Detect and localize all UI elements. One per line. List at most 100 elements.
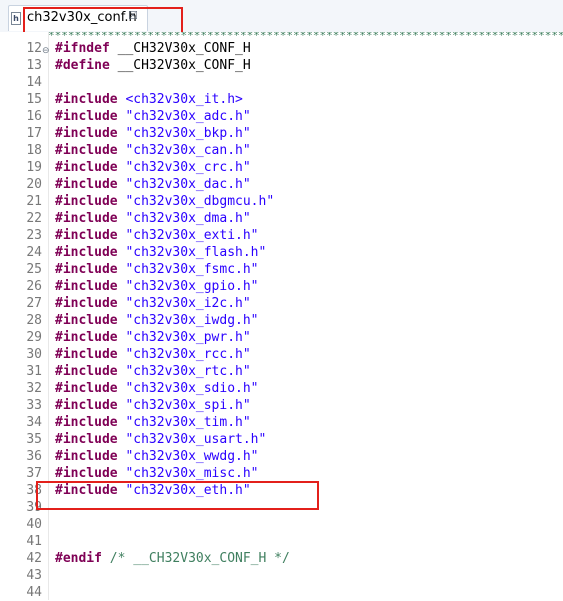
code-text: #include "ch32v30x_pwr.h": [55, 330, 251, 345]
code-line[interactable]: 40: [0, 516, 563, 533]
code-text: #include "ch32v30x_spi.h": [55, 398, 251, 413]
header-file-icon: h: [11, 12, 21, 25]
code-text: #include "ch32v30x_sdio.h": [55, 381, 259, 396]
code-line[interactable]: 32 #include "ch32v30x_sdio.h": [0, 380, 563, 397]
line-number: 34: [26, 415, 42, 430]
code-line[interactable]: 27 #include "ch32v30x_i2c.h": [0, 295, 563, 312]
code-editor[interactable]: ****************************************…: [0, 32, 563, 600]
line-number: 42: [26, 551, 42, 566]
line-number: 44: [26, 585, 42, 600]
code-text: #ifndef __CH32V30x_CONF_H: [55, 41, 251, 56]
code-text: #include "ch32v30x_usart.h": [55, 432, 267, 447]
code-line[interactable]: 44: [0, 584, 563, 601]
line-number: 28: [26, 313, 42, 328]
line-number: 12: [26, 41, 42, 56]
line-number: 19: [26, 160, 42, 175]
line-number: 13: [26, 58, 42, 73]
line-number: 31: [26, 364, 42, 379]
line-number: 41: [26, 534, 42, 549]
line-number: 39: [26, 500, 42, 515]
code-line[interactable]: 15 #include <ch32v30x_it.h>: [0, 91, 563, 108]
code-line[interactable]: 17 #include "ch32v30x_bkp.h": [0, 125, 563, 142]
code-text: #define __CH32V30x_CONF_H: [55, 58, 251, 73]
code-line[interactable]: 36 #include "ch32v30x_wwdg.h": [0, 448, 563, 465]
code-text: #include "ch32v30x_exti.h": [55, 228, 259, 243]
code-text: #include "ch32v30x_dbgmcu.h": [55, 194, 275, 209]
tab-label: ch32v30x_conf.h: [27, 10, 137, 25]
line-number: 24: [26, 245, 42, 260]
code-text: #include "ch32v30x_iwdg.h": [55, 313, 259, 328]
line-number: 20: [26, 177, 42, 192]
line-number: 33: [26, 398, 42, 413]
code-line[interactable]: 14: [0, 74, 563, 91]
code-line[interactable]: 30 #include "ch32v30x_rcc.h": [0, 346, 563, 363]
code-text: #include "ch32v30x_can.h": [55, 143, 251, 158]
code-line[interactable]: 41: [0, 533, 563, 550]
line-number: 18: [26, 143, 42, 158]
line-number: 40: [26, 517, 42, 532]
code-text: #endif /* __CH32V30x_CONF_H */: [55, 551, 290, 566]
line-number: 15: [26, 92, 42, 107]
code-line[interactable]: 34 #include "ch32v30x_tim.h": [0, 414, 563, 431]
code-text: #include "ch32v30x_gpio.h": [55, 279, 259, 294]
code-text: #include "ch32v30x_bkp.h": [55, 126, 251, 141]
code-text: #include "ch32v30x_crc.h": [55, 160, 251, 175]
code-line[interactable]: 24 #include "ch32v30x_flash.h": [0, 244, 563, 261]
line-number: 27: [26, 296, 42, 311]
code-line[interactable]: 19 #include "ch32v30x_crc.h": [0, 159, 563, 176]
code-line[interactable]: 37 #include "ch32v30x_misc.h": [0, 465, 563, 482]
code-line[interactable]: 23 #include "ch32v30x_exti.h": [0, 227, 563, 244]
line-number: 17: [26, 126, 42, 141]
code-line[interactable]: 28 #include "ch32v30x_iwdg.h": [0, 312, 563, 329]
code-line[interactable]: 21 #include "ch32v30x_dbgmcu.h": [0, 193, 563, 210]
code-text: #include "ch32v30x_dma.h": [55, 211, 251, 226]
code-text: #include "ch32v30x_i2c.h": [55, 296, 251, 311]
code-text: #include "ch32v30x_tim.h": [55, 415, 251, 430]
code-line[interactable]: 16 #include "ch32v30x_adc.h": [0, 108, 563, 125]
code-line[interactable]: 39: [0, 499, 563, 516]
code-line[interactable]: 43: [0, 567, 563, 584]
code-line[interactable]: 18 #include "ch32v30x_can.h": [0, 142, 563, 159]
code-line[interactable]: 42 #endif /* __CH32V30x_CONF_H */: [0, 550, 563, 567]
code-line[interactable]: 31 #include "ch32v30x_rtc.h": [0, 363, 563, 380]
code-line[interactable]: 12 ⊖ #ifndef __CH32V30x_CONF_H: [0, 40, 563, 57]
close-icon[interactable]: ☒: [128, 9, 138, 22]
code-text: #include "ch32v30x_rcc.h": [55, 347, 251, 362]
line-number: 14: [26, 75, 42, 90]
line-number: 35: [26, 432, 42, 447]
code-line[interactable]: 33 #include "ch32v30x_spi.h": [0, 397, 563, 414]
code-text: #include "ch32v30x_adc.h": [55, 109, 251, 124]
line-number: 22: [26, 211, 42, 226]
code-text: #include "ch32v30x_eth.h": [55, 483, 251, 498]
line-number: 43: [26, 568, 42, 583]
code-line[interactable]: 13 #define __CH32V30x_CONF_H: [0, 57, 563, 74]
code-text: #include <ch32v30x_it.h>: [55, 92, 243, 107]
code-text: #include "ch32v30x_wwdg.h": [55, 449, 259, 464]
code-text: #include "ch32v30x_dac.h": [55, 177, 251, 192]
code-text: #include "ch32v30x_rtc.h": [55, 364, 251, 379]
code-line[interactable]: 29 #include "ch32v30x_pwr.h": [0, 329, 563, 346]
code-line[interactable]: 26 #include "ch32v30x_gpio.h": [0, 278, 563, 295]
code-text: #include "ch32v30x_misc.h": [55, 466, 259, 481]
line-number: 23: [26, 228, 42, 243]
code-line[interactable]: 38 #include "ch32v30x_eth.h": [0, 482, 563, 499]
code-text: #include "ch32v30x_flash.h": [55, 245, 267, 260]
line-number: 21: [26, 194, 42, 209]
line-number: 30: [26, 347, 42, 362]
line-number: 29: [26, 330, 42, 345]
line-number: 16: [26, 109, 42, 124]
line-number: 37: [26, 466, 42, 481]
code-line[interactable]: 20 #include "ch32v30x_dac.h": [0, 176, 563, 193]
tab-ch32v30x-conf-h[interactable]: h ch32v30x_conf.h ☒: [8, 5, 148, 31]
line-number: 32: [26, 381, 42, 396]
line-number: 38: [26, 483, 42, 498]
code-text: #include "ch32v30x_fsmc.h": [55, 262, 259, 277]
code-line[interactable]: 22 #include "ch32v30x_dma.h": [0, 210, 563, 227]
editor-tab-bar: h ch32v30x_conf.h ☒: [0, 0, 563, 33]
code-line[interactable]: 25 #include "ch32v30x_fsmc.h": [0, 261, 563, 278]
code-line[interactable]: 35 #include "ch32v30x_usart.h": [0, 431, 563, 448]
line-number: 26: [26, 279, 42, 294]
line-number: 36: [26, 449, 42, 464]
line-number: 25: [26, 262, 42, 277]
comment-banner: ****************************************…: [48, 32, 563, 40]
